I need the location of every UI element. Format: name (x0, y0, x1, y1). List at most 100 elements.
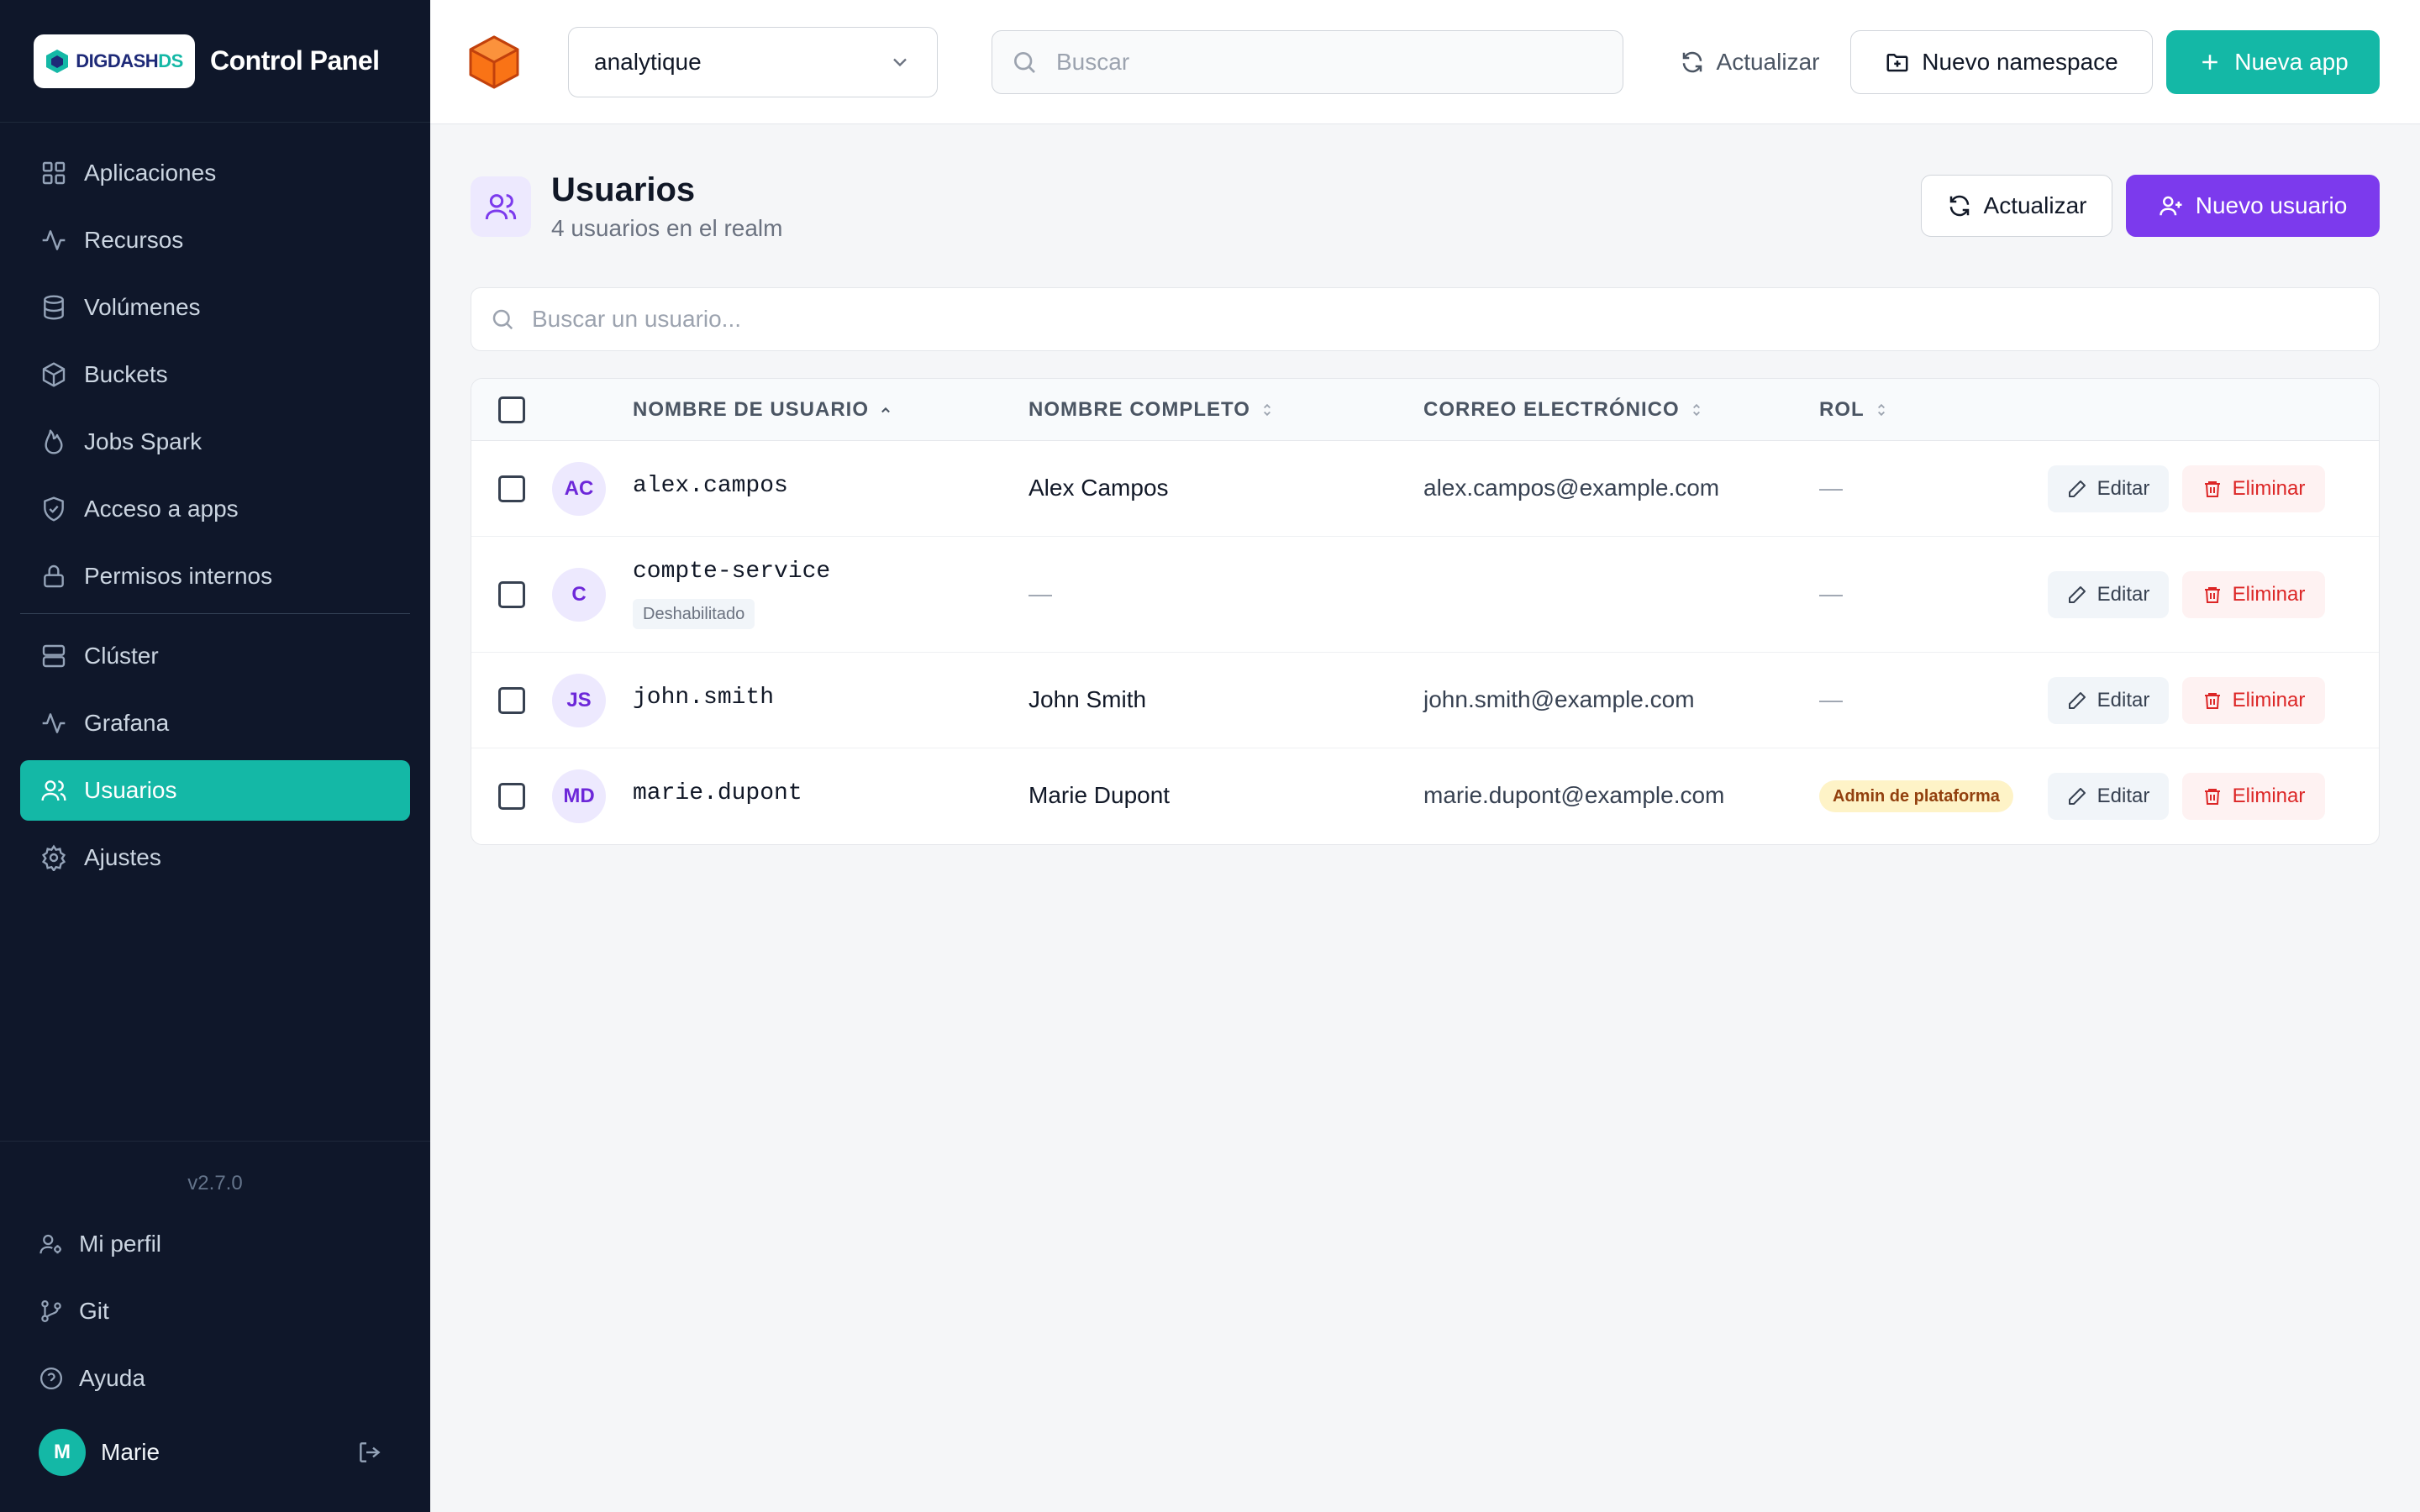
brand-header: DIGDASHDS Control Panel (0, 0, 430, 123)
sidebar-item-label: Volúmenes (84, 294, 201, 320)
delete-button[interactable]: Eliminar (2182, 571, 2325, 618)
refresh-icon (1682, 51, 1702, 73)
sidebar-item-recursos[interactable]: Recursos (20, 210, 410, 270)
new-app-label: Nueva app (2234, 49, 2349, 75)
version-label: v2.7.0 (187, 1172, 243, 1194)
email: marie.dupont@example.com (1423, 782, 1725, 808)
column-email[interactable]: CORREO ELECTRÓNICO (1423, 379, 1705, 441)
logout-icon[interactable] (356, 1439, 383, 1466)
edit-label: Editar (2096, 477, 2150, 500)
select-all-checkbox[interactable] (498, 396, 525, 423)
column-role[interactable]: ROL (1819, 379, 1890, 441)
sidebar-item-ajustes[interactable]: Ajustes (20, 827, 410, 888)
row-checkbox[interactable] (498, 581, 525, 608)
column-label: NOMBRE DE USUARIO (633, 398, 870, 421)
sort-icon (1692, 403, 1700, 417)
row-checkbox[interactable] (498, 783, 525, 810)
sidebar-item-label: Ajustes (84, 844, 161, 870)
sidebar-item-acceso-apps[interactable]: Acceso a apps (20, 479, 410, 539)
new-app-button[interactable]: Nueva app (2166, 30, 2380, 94)
column-label: CORREO ELECTRÓNICO (1423, 398, 1680, 421)
sidebar-item-cluster[interactable]: Clúster (20, 626, 410, 686)
sidebar: DIGDASHDS Control Panel Aplicaciones Rec… (0, 0, 430, 1512)
new-user-label: Nuevo usuario (2195, 192, 2348, 218)
fullname: Alex Campos (1028, 475, 1169, 501)
edit-button[interactable]: Editar (2048, 465, 2169, 512)
table-row: AC alex.campos Alex Campos alex.campos@e… (471, 441, 2379, 537)
refresh-users-button[interactable]: Actualizar (1921, 175, 2112, 237)
nav-divider (20, 613, 410, 614)
ayuda-link[interactable]: Ayuda (20, 1345, 410, 1412)
sidebar-item-grafana[interactable]: Grafana (20, 693, 410, 753)
edit-label: Editar (2096, 785, 2150, 807)
git-label: Git (79, 1298, 109, 1324)
sidebar-item-label: Buckets (84, 361, 168, 387)
refresh-icon (1949, 195, 1969, 217)
edit-button[interactable]: Editar (2048, 773, 2169, 820)
edit-button[interactable]: Editar (2048, 571, 2169, 618)
sidebar-item-label: Usuarios (84, 777, 177, 803)
row-checkbox[interactable] (498, 475, 525, 502)
users-table: NOMBRE DE USUARIO NOMBRE COMPLETO CORREO… (471, 378, 2380, 845)
sort-asc-icon (881, 407, 890, 413)
server-icon (42, 644, 66, 668)
logo-suffix-text: DS (158, 50, 183, 71)
table-row: JS john.smith John Smith john.smith@exam… (471, 653, 2379, 748)
git-link[interactable]: Git (20, 1278, 410, 1345)
delete-button[interactable]: Eliminar (2182, 677, 2325, 724)
table-header: NOMBRE DE USUARIO NOMBRE COMPLETO CORREO… (471, 379, 2379, 441)
role: — (1819, 580, 1843, 606)
refresh-button[interactable]: Actualizar (1657, 30, 1842, 94)
delete-label: Eliminar (2232, 583, 2306, 606)
row-checkbox[interactable] (498, 687, 525, 714)
user-search-input[interactable] (532, 306, 2379, 333)
edit-label: Editar (2096, 583, 2150, 606)
delete-button[interactable]: Eliminar (2182, 465, 2325, 512)
sidebar-item-volumenes[interactable]: Volúmenes (20, 277, 410, 338)
column-fullname[interactable]: NOMBRE COMPLETO (1028, 379, 1276, 441)
sidebar-item-aplicaciones[interactable]: Aplicaciones (20, 143, 410, 203)
sidebar-item-jobs-spark[interactable]: Jobs Spark (20, 412, 410, 472)
activity-icon (42, 230, 66, 250)
status-badge: Deshabilitado (633, 599, 755, 629)
digdash-logo[interactable]: DIGDASHDS (34, 34, 195, 88)
grid-icon (42, 161, 66, 185)
topbar: analytique Actualizar Nuevo namespace Nu… (430, 0, 2420, 124)
app-title: Control Panel (210, 45, 380, 76)
fullname: John Smith (1028, 686, 1147, 712)
sidebar-item-label: Jobs Spark (84, 428, 203, 454)
search-input[interactable] (1056, 49, 1623, 76)
sidebar-nav: Aplicaciones Recursos Volúmenes Buckets … (0, 123, 430, 888)
sidebar-item-permisos-internos[interactable]: Permisos internos (20, 546, 410, 606)
mi-perfil-link[interactable]: Mi perfil (20, 1210, 410, 1278)
sidebar-item-buckets[interactable]: Buckets (20, 344, 410, 405)
delete-label: Eliminar (2232, 785, 2306, 807)
user-name: Marie (101, 1439, 160, 1465)
help-circle-icon (40, 1368, 62, 1389)
new-user-button[interactable]: Nuevo usuario (2126, 175, 2380, 237)
refresh-label: Actualizar (1716, 49, 1820, 75)
sidebar-item-label: Recursos (84, 227, 184, 253)
delete-button[interactable]: Eliminar (2182, 773, 2325, 820)
delete-label: Eliminar (2232, 689, 2306, 711)
activity-icon (42, 713, 66, 733)
logo-cube-icon (46, 49, 69, 73)
table-row: MD marie.dupont Marie Dupont marie.dupon… (471, 748, 2379, 844)
column-username[interactable]: NOMBRE DE USUARIO (633, 379, 894, 441)
trash-icon (2204, 789, 2220, 805)
edit-button[interactable]: Editar (2048, 677, 2169, 724)
edit-label: Editar (2096, 689, 2150, 711)
refresh-users-label: Actualizar (1983, 192, 2087, 218)
logo-main-text: DIGDASH (76, 50, 159, 71)
role: — (1819, 686, 1843, 712)
avatar[interactable]: M (39, 1429, 86, 1476)
sort-icon (1263, 403, 1270, 417)
pencil-icon (2068, 692, 2086, 709)
username: alex.campos (633, 473, 788, 499)
sidebar-item-usuarios[interactable]: Usuarios (20, 760, 410, 821)
namespace-select[interactable]: analytique (568, 27, 938, 97)
email: john.smith@example.com (1423, 686, 1695, 712)
plus-icon (2202, 55, 2218, 70)
new-namespace-button[interactable]: Nuevo namespace (1850, 30, 2153, 94)
global-search (992, 30, 1623, 94)
